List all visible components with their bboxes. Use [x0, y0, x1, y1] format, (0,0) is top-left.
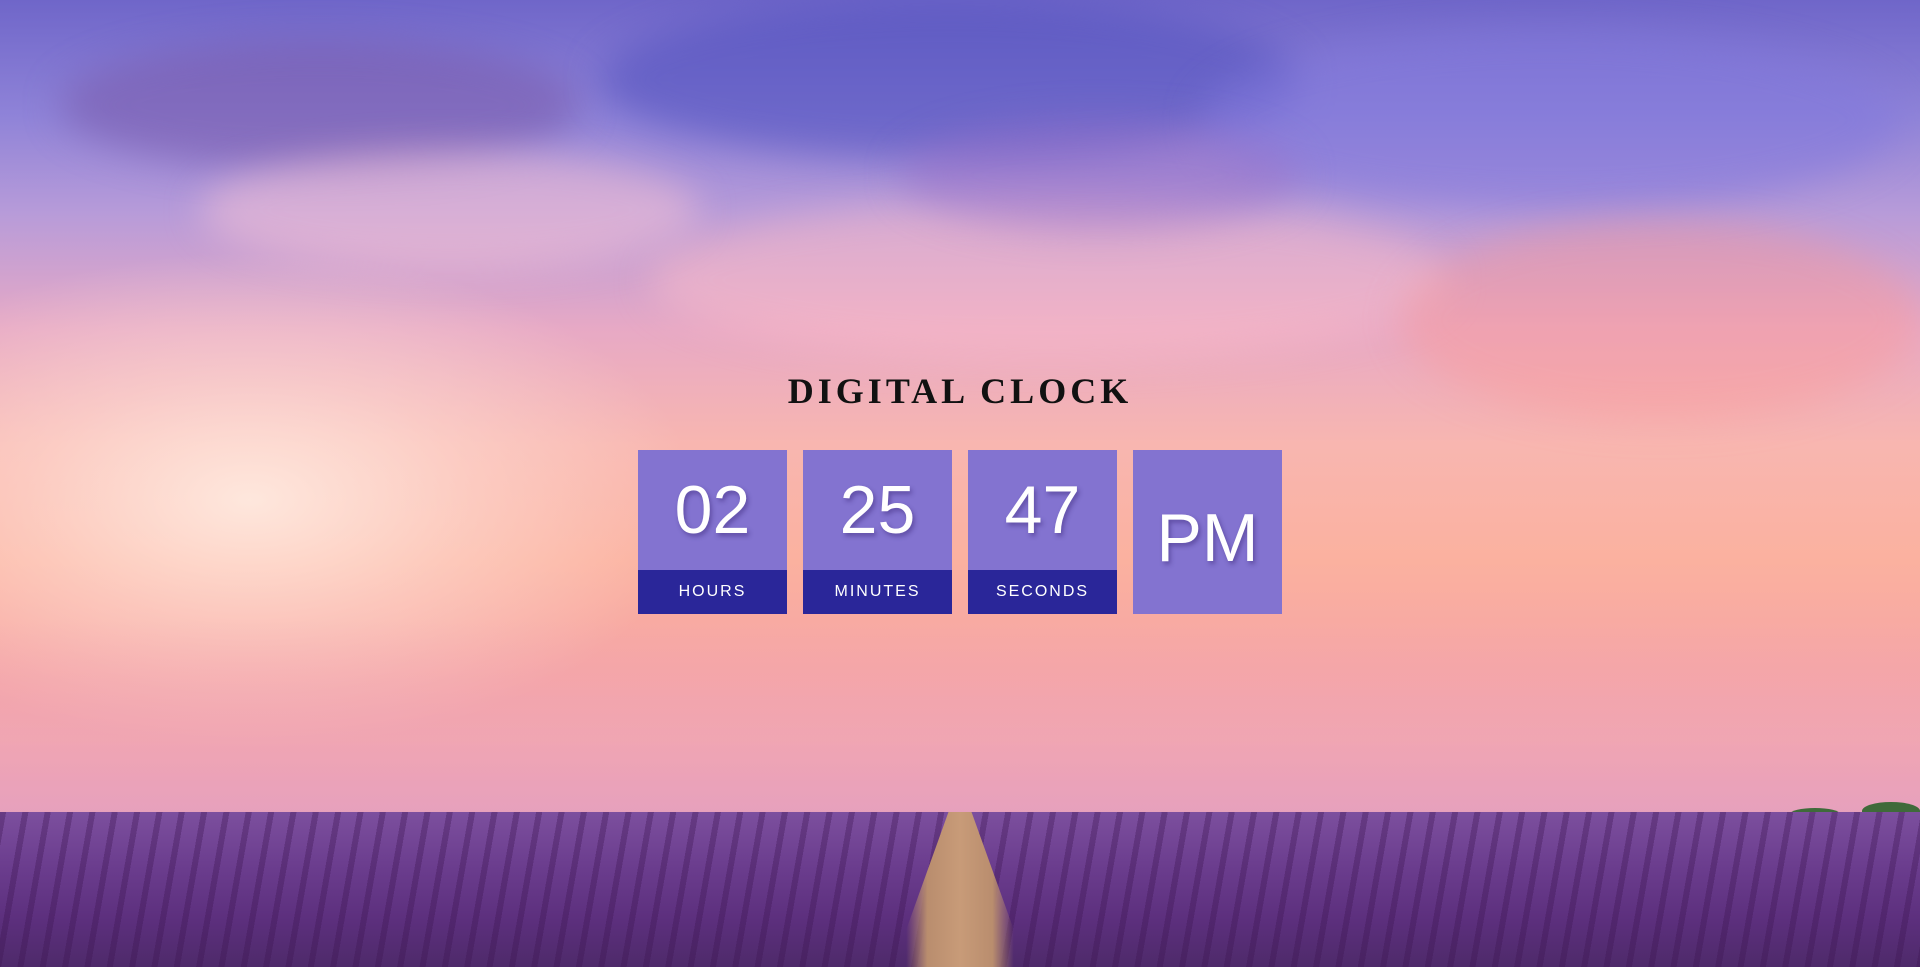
seconds-label: SECONDS: [968, 570, 1117, 614]
minutes-value: 25: [839, 472, 916, 548]
minutes-tile: 25 MINUTES: [803, 450, 952, 614]
seconds-tile: 47 SECONDS: [968, 450, 1117, 614]
period-value: PM: [1156, 500, 1259, 576]
hours-label: HOURS: [638, 570, 787, 614]
hours-value: 02: [674, 472, 751, 548]
minutes-label: MINUTES: [803, 570, 952, 614]
period-tile: PM: [1133, 450, 1282, 614]
cloud: [900, 120, 1300, 230]
hours-tile: 02 HOURS: [638, 450, 787, 614]
cloud: [1200, 30, 1900, 210]
seconds-value: 47: [1004, 472, 1081, 548]
horizon-haze: [0, 620, 1920, 820]
background-landscape: [0, 0, 1920, 967]
page-title: DIGITAL CLOCK: [787, 371, 1133, 411]
cloud: [200, 150, 700, 270]
